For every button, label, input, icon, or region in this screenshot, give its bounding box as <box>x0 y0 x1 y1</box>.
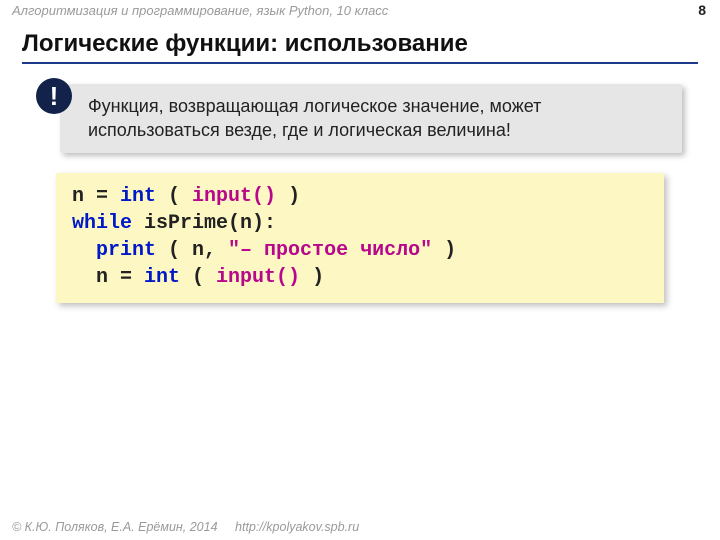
exclamation-icon: ! <box>36 78 72 114</box>
page-number: 8 <box>698 2 706 18</box>
code-line-1: n = int ( input() ) <box>72 185 300 208</box>
footer: © К.Ю. Поляков, Е.А. Ерёмин, 2014 http:/… <box>12 520 359 534</box>
title-block: Логические функции: использование <box>0 22 720 68</box>
code-line-3: print ( n, "– простое число" ) <box>72 239 456 262</box>
title-rule <box>22 62 698 64</box>
header-bar: Алгоритмизация и программирование, язык … <box>0 0 720 22</box>
code-box: n = int ( input() ) while isPrime(n): pr… <box>56 173 664 303</box>
page-title: Логические функции: использование <box>22 30 698 58</box>
code-line-2: while isPrime(n): <box>72 212 276 235</box>
header-subtitle: Алгоритмизация и программирование, язык … <box>12 3 388 18</box>
footer-copyright: © К.Ю. Поляков, Е.А. Ерёмин, 2014 <box>12 520 218 534</box>
note-text: Функция, возвращающая логическое значени… <box>88 96 541 140</box>
footer-url: http://kpolyakov.spb.ru <box>235 520 359 534</box>
note-box: ! Функция, возвращающая логическое значе… <box>60 84 682 153</box>
code-line-4: n = int ( input() ) <box>72 266 324 289</box>
